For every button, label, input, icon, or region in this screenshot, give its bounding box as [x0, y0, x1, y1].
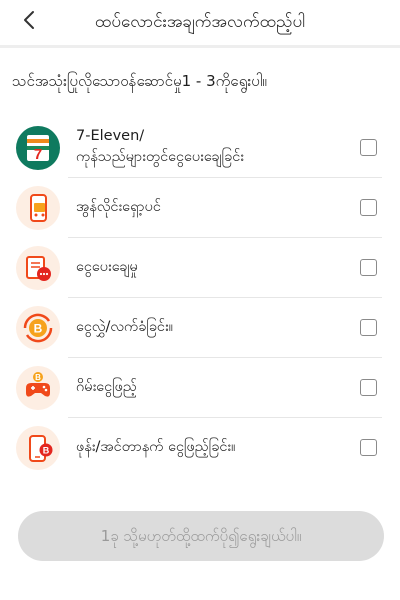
option-game-topup[interactable]: B ဂိမ်းငွေဖြည့် — [0, 358, 400, 418]
checkbox[interactable] — [360, 139, 377, 156]
option-label: ငွေလွှဲ/လက်ခံခြင်း။ — [76, 319, 174, 335]
checkbox[interactable] — [360, 439, 377, 456]
checkbox[interactable] — [360, 319, 377, 336]
option-bill-payment[interactable]: ငွေပေးချေမှု — [0, 238, 400, 298]
option-label: အွန်လိုင်းရှော့ပင် — [76, 199, 161, 215]
option-7-eleven[interactable]: 7 7-Eleven/ ကုန်သည်များတွင်ငွေပေးချေခြင်… — [0, 118, 400, 178]
submit-button[interactable]: 1ခု သို့မဟုတ်ထို့ထက်ပို၍ရွေးချယ်ပါ။ — [18, 511, 384, 561]
money-transfer-coin-icon: B — [16, 306, 60, 350]
bill-payment-icon — [16, 246, 60, 290]
header-divider — [0, 45, 400, 48]
page-title: ထပ်လောင်းအချက်အလက်ထည့်ပါ — [94, 12, 306, 32]
option-label: ဖုန်း/အင်တာနက် ငွေဖြည့်ခြင်း။ — [76, 439, 236, 455]
checkbox[interactable] — [360, 379, 377, 396]
header: ထပ်လောင်းအချက်အလက်ထည့်ပါ — [0, 0, 400, 44]
option-label: ဂိမ်းငွေဖြည့် — [76, 379, 137, 395]
option-money-transfer[interactable]: B ငွေလွှဲ/လက်ခံခြင်း။ — [0, 298, 400, 358]
svg-text:7: 7 — [34, 146, 42, 163]
option-label: ငွေပေးချေမှု — [76, 259, 138, 275]
game-controller-icon: B — [16, 366, 60, 410]
online-shopping-phone-icon — [16, 186, 60, 230]
svg-text:B: B — [35, 373, 41, 382]
checkbox[interactable] — [360, 199, 377, 216]
question-text: သင်အသုံးပြုလိုသောဝန်ဆောင်မှု1 - 3ကိုရွေး… — [12, 72, 267, 90]
option-online-shopping[interactable]: အွန်လိုင်းရှော့ပင် — [0, 178, 400, 238]
svg-text:B: B — [43, 446, 50, 456]
option-label: 7-Eleven/ ကုန်သည်များတွင်ငွေပေးချေခြင်း — [76, 128, 244, 165]
checkbox[interactable] — [360, 259, 377, 276]
mobile-topup-icon: B — [16, 426, 60, 470]
7-eleven-logo-icon: 7 — [16, 126, 60, 170]
svg-text:B: B — [34, 322, 43, 336]
option-mobile-topup[interactable]: B ဖုန်း/အင်တာနက် ငွေဖြည့်ခြင်း။ — [0, 418, 400, 478]
